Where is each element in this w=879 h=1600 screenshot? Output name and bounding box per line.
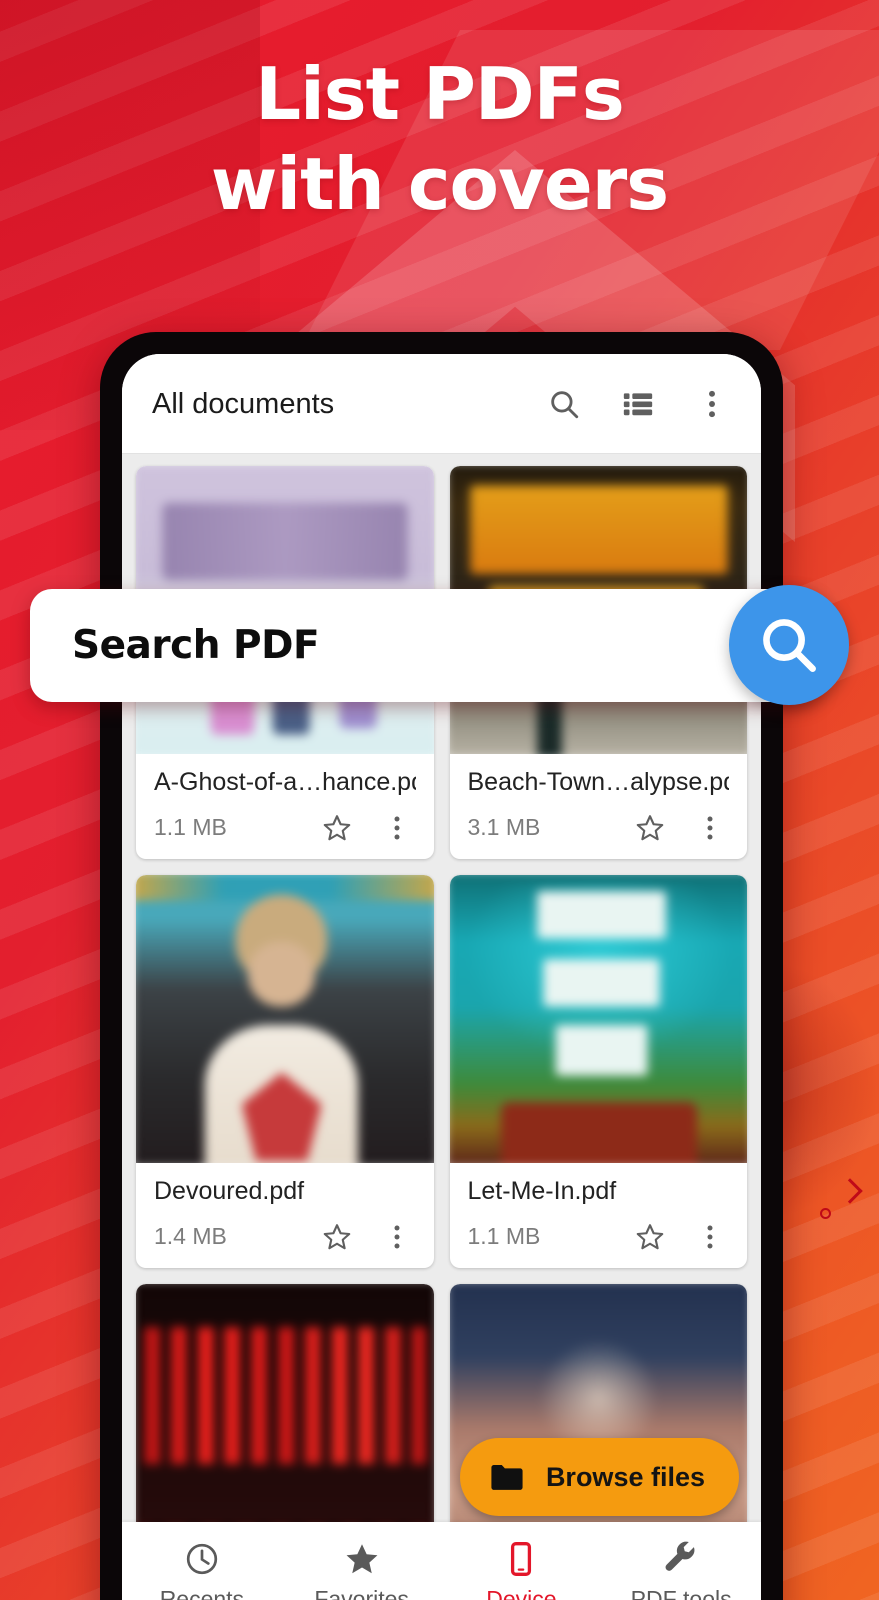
document-thumbnail: [136, 874, 434, 1163]
clock-icon: [184, 1541, 220, 1577]
headline-line-2: with covers: [210, 142, 669, 226]
folder-icon: [490, 1463, 524, 1491]
browse-files-label: Browse files: [545, 1461, 705, 1492]
phone-screen: All documents A-Ghost-of-a…hance.pdf 1.1…: [122, 354, 761, 1600]
search-label: Search PDF: [72, 623, 320, 668]
document-card[interactable]: Devoured.pdf 1.4 MB: [136, 874, 434, 1268]
overflow-menu-icon[interactable]: [382, 1222, 412, 1252]
nav-label-device: Device: [486, 1586, 557, 1600]
page-title: All documents: [152, 387, 335, 420]
search-submit-button[interactable]: [729, 585, 849, 705]
document-meta: 1.1 MB: [154, 813, 416, 843]
app-bar: All documents: [122, 354, 761, 454]
phone-mockup: All documents A-Ghost-of-a…hance.pdf 1.1…: [100, 332, 783, 1600]
headline-line-1: List PDFs: [255, 52, 624, 136]
promo-headline: List PDFs with covers: [0, 58, 879, 220]
nav-item-device[interactable]: Device: [442, 1541, 602, 1600]
document-size: 1.1 MB: [154, 814, 227, 841]
search-input[interactable]: Search PDF: [30, 589, 820, 702]
phone-icon: [503, 1541, 539, 1577]
document-title: A-Ghost-of-a…hance.pdf: [154, 768, 416, 796]
document-size: 1.1 MB: [467, 1223, 541, 1249]
document-meta: 3.1 MB: [468, 813, 730, 843]
document-title: Let-Me-In.pdf: [467, 1176, 617, 1205]
overflow-menu-icon[interactable]: [695, 387, 729, 421]
star-outline-icon[interactable]: [635, 1222, 665, 1252]
star-filled-icon: [344, 1541, 380, 1577]
app-bar-actions: [547, 387, 729, 421]
document-title: Devoured.pdf: [154, 1176, 305, 1205]
star-outline-icon[interactable]: [322, 1222, 352, 1252]
star-outline-icon[interactable]: [322, 813, 352, 843]
nav-item-recents[interactable]: Recents: [122, 1541, 282, 1600]
document-size: 1.4 MB: [154, 1223, 227, 1249]
document-thumbnail: [449, 874, 747, 1163]
overflow-menu-icon[interactable]: [695, 813, 725, 843]
list-view-icon[interactable]: [621, 387, 655, 421]
overflow-menu-icon[interactable]: [695, 1222, 725, 1252]
star-outline-icon[interactable]: [635, 813, 665, 843]
document-title: Beach-Town…alypse.pdf: [467, 768, 730, 796]
nav-item-favorites[interactable]: Favorites: [282, 1541, 442, 1600]
bottom-navigation: Recents Favorites Device PDF tools: [122, 1522, 761, 1600]
document-size: 3.1 MB: [467, 814, 541, 841]
document-meta: 1.4 MB: [154, 1222, 416, 1252]
browse-files-button[interactable]: Browse files: [459, 1438, 739, 1516]
document-card[interactable]: Let-Me-In.pdf 1.1 MB: [449, 874, 747, 1268]
nav-label-pdf-tools: PDF tools: [630, 1586, 732, 1600]
nav-item-pdf-tools[interactable]: PDF tools: [601, 1541, 761, 1600]
wrench-icon: [663, 1541, 699, 1577]
decorative-circle-mark: [820, 1208, 831, 1219]
nav-label-recents: Recents: [159, 1586, 245, 1600]
search-overlay: Search PDF: [30, 585, 849, 705]
search-icon: [763, 619, 816, 672]
overflow-menu-icon[interactable]: [382, 813, 412, 843]
nav-label-favorites: Favorites: [314, 1586, 409, 1600]
search-icon[interactable]: [547, 387, 581, 421]
document-meta: 1.1 MB: [468, 1222, 730, 1252]
